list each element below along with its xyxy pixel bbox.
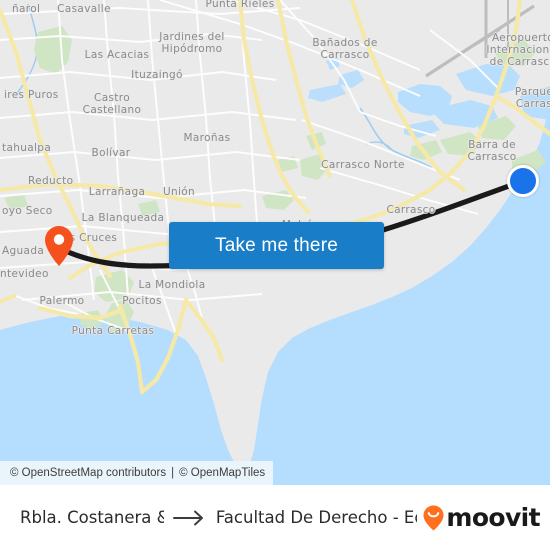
origin-marker-pin-icon[interactable] [45,226,73,266]
map-canvas[interactable]: ñarol Casavalle Punta Rieles Jardines del H… [0,0,550,485]
route-endpoints: Rbla. Costanera & T… Facultad De Derecho… [20,508,417,527]
map-attribution: © OpenStreetMap contributors | © OpenMap… [0,461,274,485]
take-me-there-button[interactable]: Take me there [169,222,384,269]
origin-label: Rbla. Costanera & T… [20,508,164,527]
moovit-logo[interactable]: moovit [423,503,541,532]
attribution-separator: | [171,467,175,479]
destination-label: Facultad De Derecho - Edifici… [215,508,418,527]
moovit-pin-icon [423,505,444,530]
arrow-right-icon [172,510,207,526]
destination-marker-dot[interactable] [507,165,539,197]
attribution-maptiles[interactable]: © OpenMapTiles [179,467,265,479]
route-footer: Rbla. Costanera & T… Facultad De Derecho… [0,485,550,550]
attribution-osm[interactable]: © OpenStreetMap contributors [10,467,166,479]
moovit-wordmark: moovit [446,503,540,532]
moovit-route-card: ñarol Casavalle Punta Rieles Jardines del H… [0,0,550,550]
